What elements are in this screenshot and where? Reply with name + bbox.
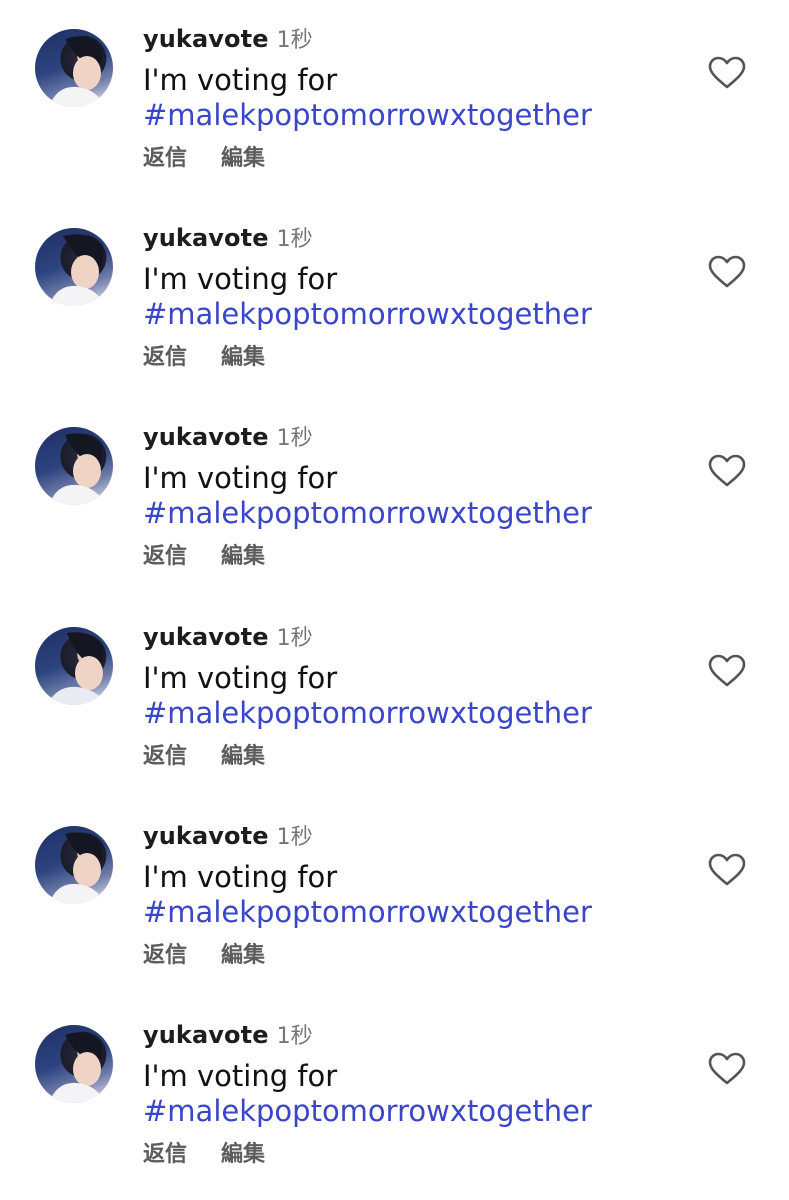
comment-text: I'm voting for <box>143 1059 338 1093</box>
avatar-photo <box>49 36 105 107</box>
comment-text: I'm voting for <box>143 661 338 695</box>
comment-actions: 返信 編集 <box>143 939 265 973</box>
heart-outline-icon <box>708 853 746 886</box>
comment-text: I'm voting for <box>143 461 338 495</box>
comment-header: yukavote 1秒 <box>143 1018 313 1052</box>
comment-item: yukavote 1秒 I'm voting for #malekpoptomor… <box>0 0 789 199</box>
edit-button[interactable]: 編集 <box>221 943 265 968</box>
edit-button[interactable]: 編集 <box>221 345 265 370</box>
reply-button[interactable]: 返信 <box>143 744 187 769</box>
comment-text: I'm voting for <box>143 262 338 296</box>
avatar-photo <box>49 234 105 306</box>
hashtag-link[interactable]: #malekpoptomorrowxtogether <box>143 696 592 731</box>
avatar-photo <box>49 433 105 505</box>
avatar-photo <box>49 832 105 904</box>
edit-button[interactable]: 編集 <box>221 544 265 569</box>
comment-header: yukavote 1秒 <box>143 22 313 56</box>
comment-item: yukavote 1秒 I'm voting for #malekpoptomor… <box>0 598 789 797</box>
comment-actions: 返信 編集 <box>143 142 265 176</box>
heart-outline-icon <box>708 654 746 687</box>
username[interactable]: yukavote <box>143 1021 269 1049</box>
timestamp: 1秒 <box>276 227 313 252</box>
comment-actions: 返信 編集 <box>143 341 265 375</box>
like-button[interactable] <box>708 1052 746 1086</box>
avatar[interactable] <box>35 627 113 705</box>
like-button[interactable] <box>708 853 746 887</box>
heart-outline-icon <box>708 56 746 89</box>
edit-button[interactable]: 編集 <box>221 744 265 769</box>
heart-outline-icon <box>708 1052 746 1085</box>
timestamp: 1秒 <box>276 1024 313 1049</box>
hashtag-link[interactable]: #malekpoptomorrowxtogether <box>143 98 592 133</box>
comment-header: yukavote 1秒 <box>143 819 313 853</box>
avatar[interactable] <box>35 228 113 306</box>
hashtag-link[interactable]: #malekpoptomorrowxtogether <box>143 895 592 930</box>
comment-actions: 返信 編集 <box>143 540 265 574</box>
username[interactable]: yukavote <box>143 25 269 53</box>
avatar[interactable] <box>35 29 113 107</box>
comment-item: yukavote 1秒 I'm voting for #malekpoptomor… <box>0 398 789 597</box>
comment-text: I'm voting for <box>143 860 338 894</box>
timestamp: 1秒 <box>276 28 313 53</box>
username[interactable]: yukavote <box>143 423 269 451</box>
reply-button[interactable]: 返信 <box>143 345 187 370</box>
like-button[interactable] <box>708 56 746 90</box>
avatar[interactable] <box>35 1025 113 1103</box>
like-button[interactable] <box>708 454 746 488</box>
comment-actions: 返信 編集 <box>143 1138 265 1172</box>
comment-item: yukavote 1秒 I'm voting for #malekpoptomor… <box>0 996 789 1195</box>
heart-outline-icon <box>708 454 746 487</box>
username[interactable]: yukavote <box>143 224 269 252</box>
comment-list: yukavote 1秒 I'm voting for #malekpoptomor… <box>0 0 789 1200</box>
comment-item: yukavote 1秒 I'm voting for #malekpoptomor… <box>0 199 789 398</box>
hashtag-link[interactable]: #malekpoptomorrowxtogether <box>143 496 592 531</box>
heart-outline-icon <box>708 255 746 288</box>
reply-button[interactable]: 返信 <box>143 146 187 171</box>
avatar-photo <box>49 1032 105 1103</box>
comment-item: yukavote 1秒 I'm voting for #malekpoptomor… <box>0 797 789 996</box>
avatar[interactable] <box>35 826 113 904</box>
edit-button[interactable]: 編集 <box>221 1142 265 1167</box>
comment-header: yukavote 1秒 <box>143 221 313 255</box>
like-button[interactable] <box>708 654 746 688</box>
timestamp: 1秒 <box>276 825 313 850</box>
comment-header: yukavote 1秒 <box>143 420 313 454</box>
hashtag-link[interactable]: #malekpoptomorrowxtogether <box>143 297 592 332</box>
avatar[interactable] <box>35 427 113 505</box>
like-button[interactable] <box>708 255 746 289</box>
reply-button[interactable]: 返信 <box>143 943 187 968</box>
username[interactable]: yukavote <box>143 623 269 651</box>
comment-actions: 返信 編集 <box>143 740 265 774</box>
comment-header: yukavote 1秒 <box>143 620 313 654</box>
username[interactable]: yukavote <box>143 822 269 850</box>
reply-button[interactable]: 返信 <box>143 1142 187 1167</box>
timestamp: 1秒 <box>276 426 313 451</box>
reply-button[interactable]: 返信 <box>143 544 187 569</box>
hashtag-link[interactable]: #malekpoptomorrowxtogether <box>143 1094 592 1129</box>
avatar-photo <box>47 632 107 705</box>
timestamp: 1秒 <box>276 626 313 651</box>
comment-text: I'm voting for <box>143 63 338 97</box>
edit-button[interactable]: 編集 <box>221 146 265 171</box>
